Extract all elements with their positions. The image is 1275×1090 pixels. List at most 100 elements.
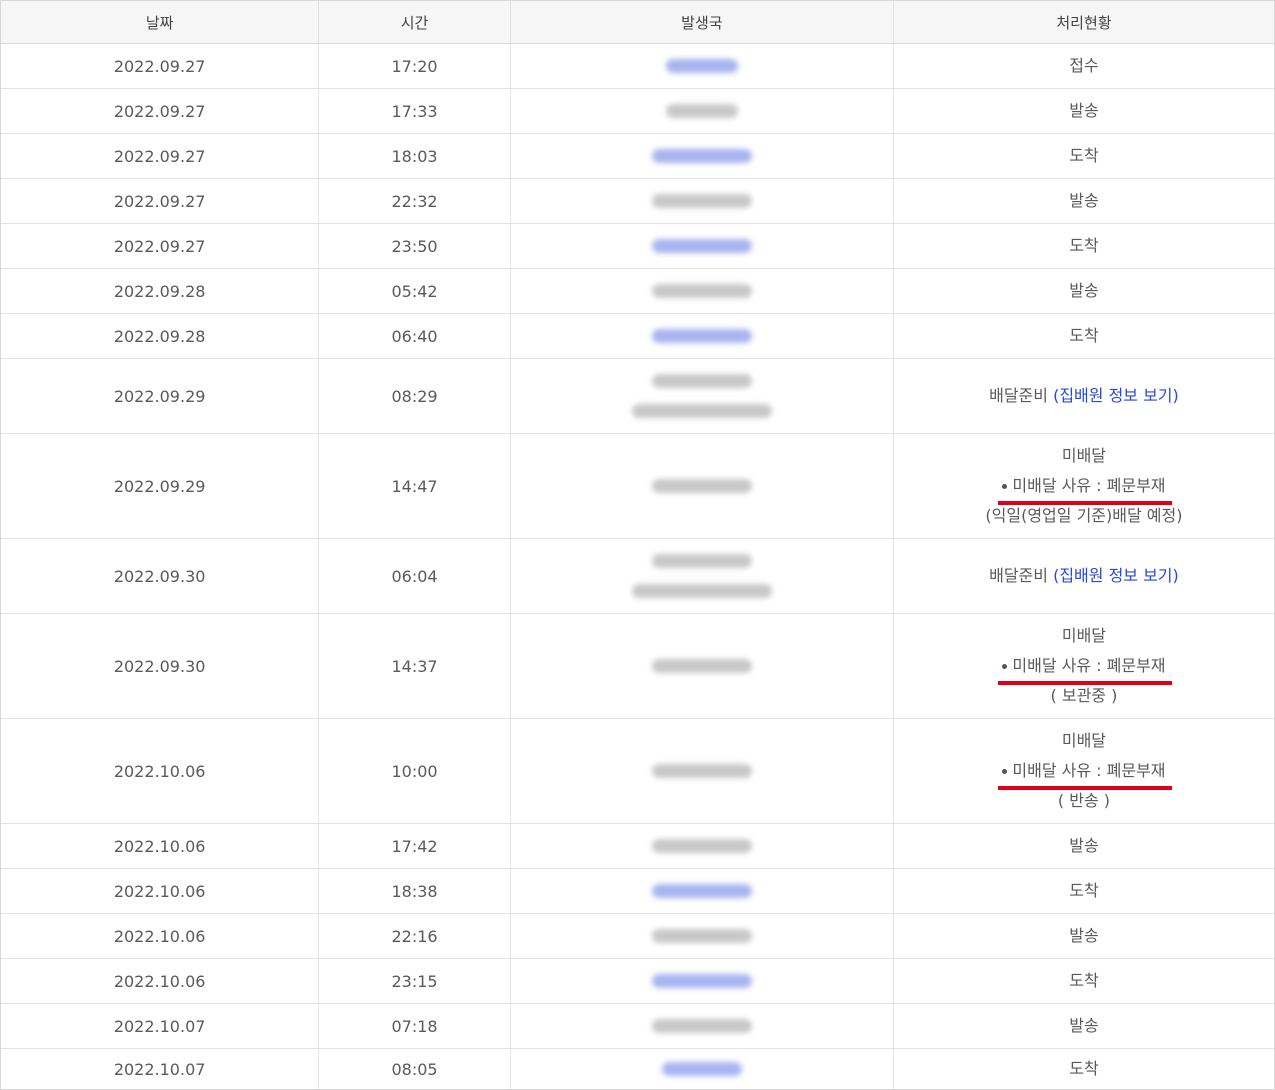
- table-row: 2022.09.27 18:03 도착: [1, 134, 1274, 179]
- bullet-icon: [1002, 769, 1008, 774]
- redacted-office-link[interactable]: [651, 329, 752, 343]
- status-cell: 도착: [894, 224, 1274, 268]
- time-cell: 05:42: [319, 269, 511, 313]
- undelivered-reason: 미배달 사유 : 폐문부재: [998, 756, 1172, 790]
- time-cell: 23:15: [319, 959, 511, 1003]
- redacted-office-link[interactable]: [651, 884, 752, 898]
- time-cell: 08:29: [319, 359, 511, 433]
- red-underline-mark: [998, 786, 1172, 790]
- redacted-office-link[interactable]: [665, 59, 738, 73]
- table-row: 2022.10.06 10:00 미배달 미배달 사유 : 폐문부재 ( 반송 …: [1, 719, 1274, 824]
- reason-text: 미배달 사유 : 폐문부재: [1012, 656, 1166, 675]
- date-cell: 2022.09.27: [1, 89, 320, 133]
- carrier-info-link[interactable]: (집배원 정보 보기): [1053, 566, 1179, 585]
- redacted-office-link[interactable]: [651, 149, 752, 163]
- redacted-office-text: [665, 104, 738, 118]
- table-row: 2022.10.06 23:15 도착: [1, 959, 1274, 1004]
- time-cell: 14:37: [319, 614, 511, 718]
- status-cell: 발송: [894, 179, 1274, 223]
- redacted-office-text: [651, 1019, 752, 1033]
- office-cell-redacted[interactable]: [511, 314, 894, 358]
- status-cell: 미배달 미배달 사유 : 폐문부재 (익일(영업일 기준)배달 예정): [894, 434, 1274, 538]
- redacted-office-link[interactable]: [651, 974, 752, 988]
- red-underline-mark: [998, 501, 1172, 505]
- table-row: 2022.09.30 14:37 미배달 미배달 사유 : 폐문부재 ( 보관중…: [1, 614, 1274, 719]
- redacted-office-link[interactable]: [661, 1062, 742, 1076]
- table-row: 2022.09.29 08:29 배달준비 (집배원 정보 보기): [1, 359, 1274, 434]
- status-text: 발송: [1069, 101, 1099, 120]
- office-cell-redacted[interactable]: [511, 1049, 894, 1089]
- table-row: 2022.09.27 23:50 도착: [1, 224, 1274, 269]
- status-text: 도착: [1069, 971, 1099, 990]
- status-text: 발송: [1069, 836, 1099, 855]
- redacted-office-link[interactable]: [651, 239, 752, 253]
- status-text: 도착: [1069, 236, 1099, 255]
- time-cell: 17:42: [319, 824, 511, 868]
- table-row: 2022.09.27 17:33 발송: [1, 89, 1274, 134]
- status-cell: 도착: [894, 134, 1274, 178]
- status-text: 접수: [1069, 56, 1099, 75]
- status-cell: 발송: [894, 824, 1274, 868]
- status-cell: 접수: [894, 44, 1274, 88]
- column-header-date: 날짜: [1, 1, 320, 43]
- table-row: 2022.09.27 22:32 발송: [1, 179, 1274, 224]
- status-cell: 배달준비 (집배원 정보 보기): [894, 359, 1274, 433]
- office-cell-redacted: [511, 614, 894, 718]
- office-cell-redacted: [511, 1004, 894, 1048]
- date-cell: 2022.10.06: [1, 824, 320, 868]
- time-cell: 18:38: [319, 869, 511, 913]
- time-cell: 14:47: [319, 434, 511, 538]
- status-text: 배달준비: [989, 386, 1048, 405]
- office-cell-redacted[interactable]: [511, 959, 894, 1003]
- office-cell-redacted: [511, 359, 894, 433]
- redacted-office-text: [651, 479, 752, 493]
- office-cell-redacted: [511, 269, 894, 313]
- status-text: 도착: [1069, 146, 1099, 165]
- redacted-office-text: [651, 194, 752, 208]
- status-text: 도착: [1069, 881, 1099, 900]
- office-cell-redacted[interactable]: [511, 224, 894, 268]
- date-cell: 2022.10.06: [1, 914, 320, 958]
- status-line: 배달준비 (집배원 정보 보기): [989, 381, 1179, 411]
- redacted-office-text: [651, 284, 752, 298]
- redacted-office-text: [651, 839, 752, 853]
- time-cell: 22:16: [319, 914, 511, 958]
- status-cell: 발송: [894, 914, 1274, 958]
- date-cell: 2022.10.07: [1, 1004, 320, 1048]
- date-cell: 2022.10.06: [1, 959, 320, 1003]
- office-cell-redacted[interactable]: [511, 134, 894, 178]
- table-row: 2022.09.28 06:40 도착: [1, 314, 1274, 359]
- status-cell: 발송: [894, 269, 1274, 313]
- bullet-icon: [1002, 484, 1008, 489]
- carrier-info-link[interactable]: (집배원 정보 보기): [1053, 386, 1179, 405]
- date-cell: 2022.10.06: [1, 869, 320, 913]
- red-underline-mark: [998, 681, 1172, 685]
- office-cell-redacted: [511, 824, 894, 868]
- table-row: 2022.09.27 17:20 접수: [1, 44, 1274, 89]
- status-text: 도착: [1069, 1059, 1099, 1078]
- status-cell: 발송: [894, 1004, 1274, 1048]
- status-cell: 도착: [894, 1049, 1274, 1089]
- table-row: 2022.10.06 18:38 도착: [1, 869, 1274, 914]
- undelivered-reason: 미배달 사유 : 폐문부재: [998, 471, 1172, 505]
- status-text: 배달준비: [989, 566, 1048, 585]
- table-row: 2022.09.29 14:47 미배달 미배달 사유 : 폐문부재 (익일(영…: [1, 434, 1274, 539]
- table-row: 2022.09.30 06:04 배달준비 (집배원 정보 보기): [1, 539, 1274, 614]
- date-cell: 2022.09.27: [1, 179, 320, 223]
- time-cell: 06:04: [319, 539, 511, 613]
- status-cell: 배달준비 (집배원 정보 보기): [894, 539, 1274, 613]
- time-cell: 07:18: [319, 1004, 511, 1048]
- date-cell: 2022.10.06: [1, 719, 320, 823]
- status-cell: 발송: [894, 89, 1274, 133]
- date-cell: 2022.10.07: [1, 1049, 320, 1089]
- redacted-office-text: [651, 374, 752, 388]
- office-cell-redacted[interactable]: [511, 44, 894, 88]
- bullet-icon: [1002, 664, 1008, 669]
- redacted-office-text: [651, 764, 752, 778]
- time-cell: 17:33: [319, 89, 511, 133]
- status-note: (익일(영업일 기준)배달 예정): [985, 506, 1183, 525]
- date-cell: 2022.09.28: [1, 314, 320, 358]
- redacted-office-text: [651, 659, 752, 673]
- office-cell-redacted[interactable]: [511, 869, 894, 913]
- table-row: 2022.10.06 22:16 발송: [1, 914, 1274, 959]
